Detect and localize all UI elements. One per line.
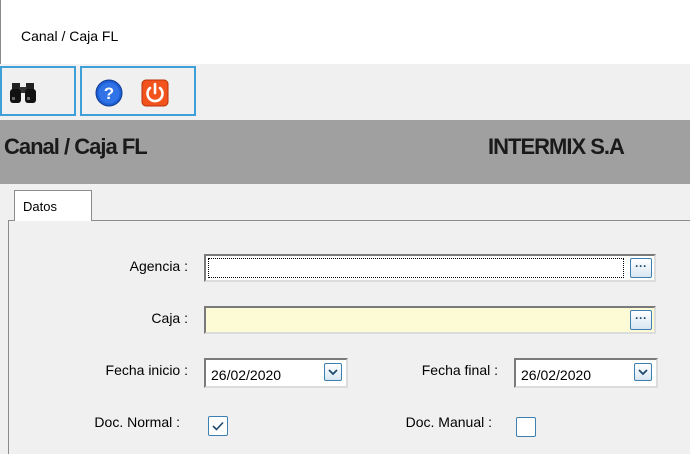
fecha-inicio-picker[interactable]: 26/02/2020 <box>204 358 348 388</box>
toolbar: ? <box>0 64 690 120</box>
fecha-final-label: Fecha final : <box>421 362 498 378</box>
svg-text:?: ? <box>104 84 114 103</box>
exit-button[interactable] <box>140 78 170 108</box>
fecha-inicio-label: Fecha inicio : <box>105 362 188 378</box>
fecha-final-dropdown-button[interactable] <box>634 363 652 381</box>
agencia-lookup-button[interactable]: ··· <box>630 258 652 278</box>
fecha-final-picker[interactable]: 26/02/2020 <box>514 358 658 388</box>
form-title: Canal / Caja FL <box>4 134 148 159</box>
agencia-label: Agencia : <box>129 258 188 274</box>
search-button[interactable] <box>8 78 38 108</box>
ellipsis-icon: ··· <box>635 311 647 325</box>
title-bar: Canal / Caja FL <box>0 0 690 64</box>
company-name: INTERMIX S.A <box>488 134 625 159</box>
help-icon: ? <box>95 79 123 107</box>
doc-manual-label: Doc. Manual : <box>405 414 492 430</box>
chevron-down-icon <box>638 369 648 376</box>
focus-rect <box>208 258 624 278</box>
doc-manual-checkbox[interactable] <box>516 417 536 437</box>
help-button[interactable]: ? <box>94 78 124 108</box>
doc-normal-label: Doc. Normal : <box>94 414 180 430</box>
caja-label: Caja : <box>151 310 188 326</box>
caja-lookup-button[interactable]: ··· <box>630 310 652 330</box>
toolbar-group-actions: ? <box>80 66 196 116</box>
caja-input[interactable] <box>204 306 656 334</box>
fecha-inicio-dropdown-button[interactable] <box>324 363 342 381</box>
tab-datos[interactable]: Datos <box>14 190 92 221</box>
window-title: Canal / Caja FL <box>21 28 119 44</box>
doc-normal-checkbox[interactable] <box>208 416 228 436</box>
header-band: Canal / Caja FL INTERMIX S.A <box>0 120 690 184</box>
toolbar-group-search <box>0 66 76 116</box>
chevron-down-icon <box>328 369 338 376</box>
agencia-input[interactable] <box>204 254 656 282</box>
binoculars-icon <box>10 83 36 103</box>
checkmark-icon <box>212 421 224 431</box>
fecha-final-value: 26/02/2020 <box>521 367 592 383</box>
ellipsis-icon: ··· <box>635 259 647 273</box>
fecha-inicio-value: 26/02/2020 <box>211 367 282 383</box>
power-icon <box>141 79 169 107</box>
